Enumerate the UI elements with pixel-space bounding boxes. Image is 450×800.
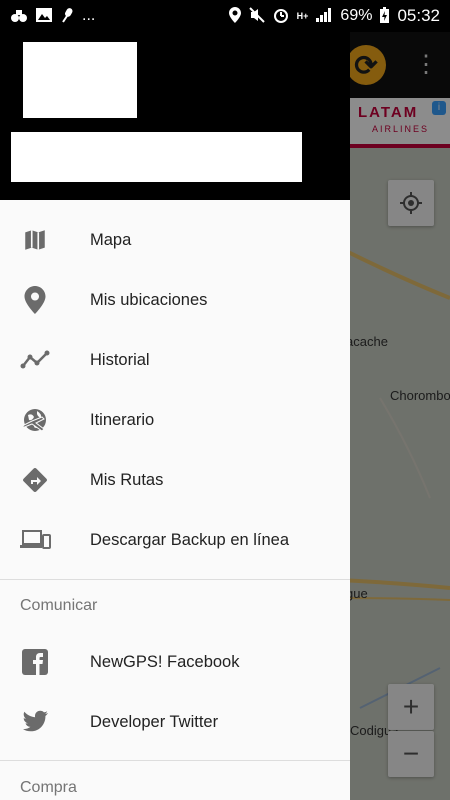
notification-app-icon [10, 7, 28, 26]
menu-item-label: NewGPS! Facebook [90, 652, 240, 671]
menu-item-label: Mis Rutas [90, 470, 164, 489]
menu-item-itinerario[interactable]: Itinerario [0, 390, 350, 450]
facebook-icon [19, 646, 51, 678]
alarm-icon [273, 7, 289, 26]
menu-item-label: Itinerario [90, 410, 155, 429]
section-header-comunicar: Comunicar [20, 597, 98, 614]
menu-item-twitter[interactable]: Developer Twitter [0, 692, 350, 752]
directions-icon [19, 464, 51, 496]
battery-icon [380, 6, 390, 26]
clock: 05:32 [397, 6, 440, 25]
navigation-drawer: Mapa Mis ubicaciones Historial Itinerari… [0, 32, 350, 800]
microphone-icon [60, 7, 74, 26]
menu-item-mis-rutas[interactable]: Mis Rutas [0, 450, 350, 510]
menu-item-label: Descargar Backup en línea [90, 530, 290, 549]
location-icon [228, 6, 241, 26]
status-left: ... [10, 7, 95, 26]
menu-item-label: Mis ubicaciones [90, 290, 208, 309]
more-notifications: ... [82, 7, 96, 24]
drawer-menu: Mapa Mis ubicaciones Historial Itinerari… [0, 200, 350, 570]
image-icon [36, 7, 52, 25]
mute-icon [248, 6, 265, 26]
menu-item-descargar-backup[interactable]: Descargar Backup en línea [0, 510, 350, 570]
menu-item-mis-ubicaciones[interactable]: Mis ubicaciones [0, 270, 350, 330]
menu-item-label: Mapa [90, 230, 132, 249]
status-bar: ... H+ 69% 05:32 [0, 0, 450, 32]
divider [0, 760, 350, 761]
menu-item-historial[interactable]: Historial [0, 330, 350, 390]
network-type: H+ [296, 10, 309, 21]
globe-plane-icon [19, 404, 51, 436]
avatar [23, 42, 137, 118]
twitter-icon [19, 706, 51, 738]
account-name-placeholder [11, 132, 302, 182]
timeline-icon [19, 344, 51, 376]
menu-item-label: Developer Twitter [90, 712, 219, 731]
section-header-compra: Compra [20, 779, 77, 796]
location-pin-icon [19, 284, 51, 316]
menu-item-facebook[interactable]: NewGPS! Facebook [0, 632, 350, 692]
battery-percent: 69% [340, 7, 373, 24]
status-right: H+ 69% 05:32 [228, 6, 440, 26]
menu-item-mapa[interactable]: Mapa [0, 210, 350, 270]
map-icon [19, 224, 51, 256]
menu-item-label: Historial [90, 350, 150, 369]
signal-icon [316, 7, 332, 25]
devices-icon [19, 524, 51, 556]
drawer-header [0, 32, 350, 200]
